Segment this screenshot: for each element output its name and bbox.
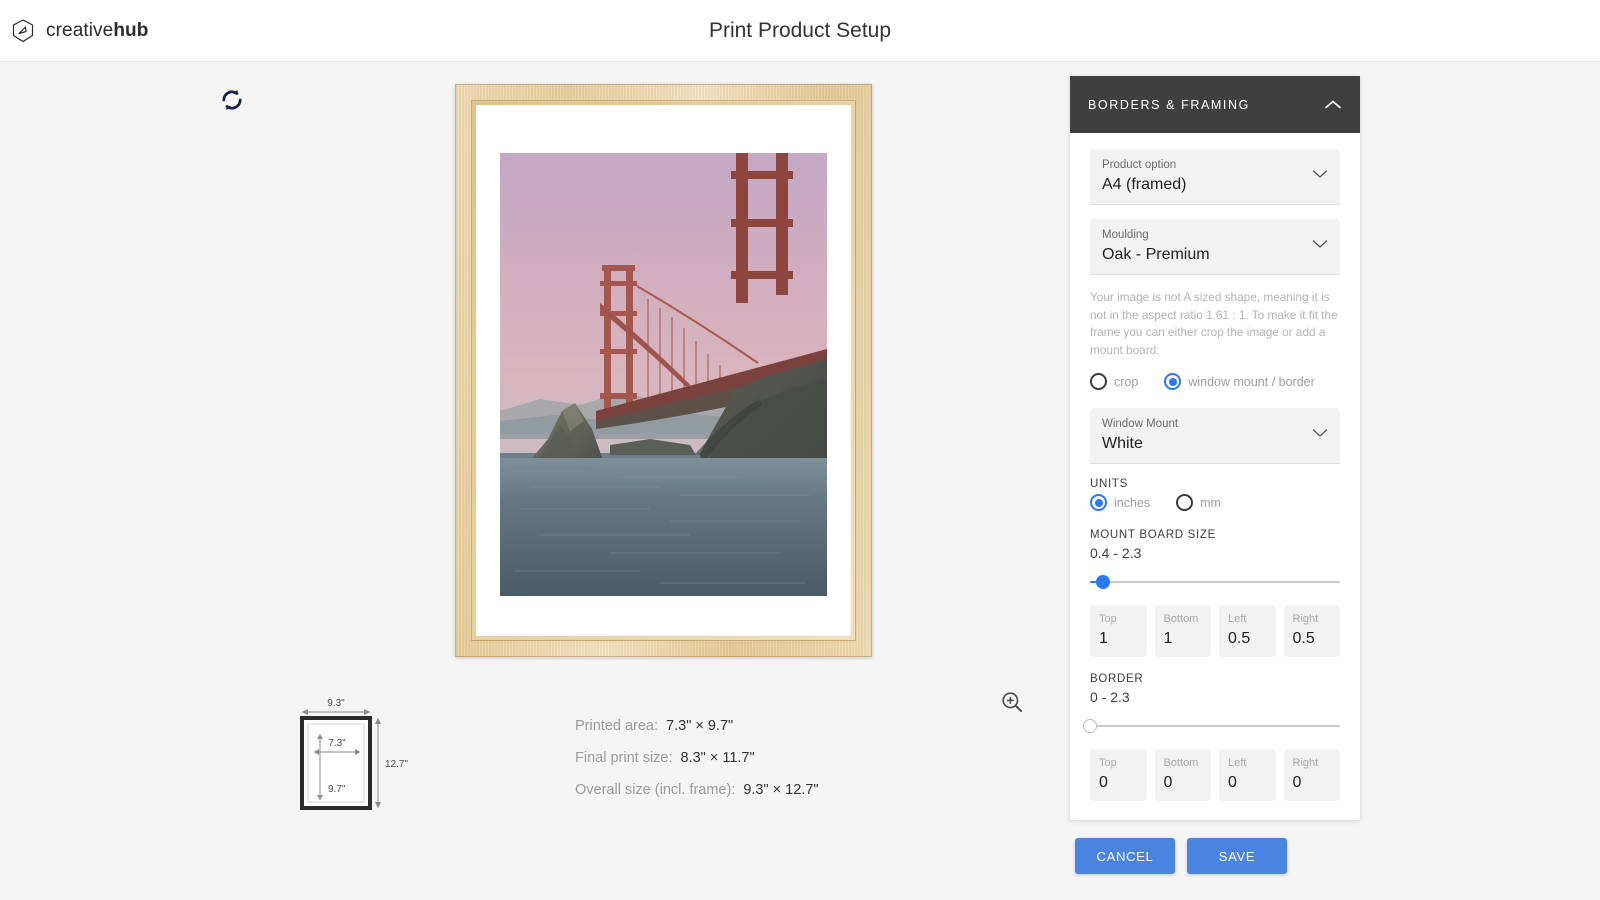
border-right-input[interactable]: Right 0	[1284, 749, 1341, 801]
units-caption: UNITS	[1090, 478, 1340, 490]
moulding-select[interactable]: Moulding Oak - Premium	[1090, 219, 1340, 275]
page-title: Print Product Setup	[0, 0, 1600, 62]
moulding-label: Moulding	[1102, 227, 1302, 243]
info-value: 8.3" × 11.7"	[681, 750, 755, 766]
field-label: Bottom	[1164, 612, 1203, 627]
framed-artwork-preview[interactable]	[455, 84, 872, 657]
info-value: 7.3" × 9.7"	[666, 718, 733, 734]
field-label: Top	[1099, 612, 1138, 627]
mount-board-bottom-input[interactable]: Bottom 1	[1155, 605, 1212, 657]
info-row-overall-size: Overall size (incl. frame): 9.3" × 12.7"	[575, 774, 995, 806]
dimension-diagram: 9.3" 12.7" 7.3" 9.7"	[290, 690, 410, 820]
panel-body: Product option A4 (framed) Moulding Oak …	[1070, 133, 1360, 801]
field-label: Bottom	[1164, 756, 1203, 771]
border-left-input[interactable]: Left 0	[1219, 749, 1276, 801]
diagram-inner-height: 9.7"	[328, 784, 346, 795]
preview-stage: 9.3" 12.7" 7.3" 9.7" Printed area: 7.3" …	[0, 62, 1600, 900]
field-value: 0	[1164, 771, 1203, 795]
radio-window-mount[interactable]: window mount / border	[1164, 373, 1314, 390]
zoom-in-icon[interactable]	[999, 689, 1025, 715]
product-option-label: Product option	[1102, 157, 1302, 173]
mount-board-range: 0.4 - 2.3	[1090, 545, 1340, 561]
moulding-value: Oak - Premium	[1102, 243, 1302, 267]
product-option-value: A4 (framed)	[1102, 173, 1302, 197]
mount-board-top-input[interactable]: Top 1	[1090, 605, 1147, 657]
field-value: 0.5	[1228, 627, 1267, 651]
info-label: Final print size:	[575, 750, 673, 766]
chevron-down-icon	[1312, 169, 1328, 179]
refresh-icon[interactable]	[218, 86, 246, 114]
diagram-outer-width: 9.3"	[327, 698, 345, 709]
units-radio-group: inches mm	[1090, 494, 1340, 511]
radio-window-mount-indicator	[1164, 373, 1181, 390]
mount-board-right-input[interactable]: Right 0.5	[1284, 605, 1341, 657]
border-slider[interactable]	[1090, 717, 1340, 735]
info-label: Overall size (incl. frame):	[575, 782, 735, 798]
chevron-up-icon[interactable]	[1324, 99, 1342, 111]
borders-framing-panel: BORDERS & FRAMING Product option A4 (fra…	[1070, 76, 1360, 820]
mount-board-fields: Top 1 Bottom 1 Left 0.5 Right 0.5	[1090, 605, 1340, 657]
field-label: Left	[1228, 756, 1267, 771]
info-row-final-print-size: Final print size: 8.3" × 11.7"	[575, 742, 995, 774]
radio-crop-indicator	[1090, 373, 1107, 390]
diagram-inner-width: 7.3"	[328, 738, 346, 749]
radio-units-inches-indicator	[1090, 494, 1107, 511]
info-row-printed-area: Printed area: 7.3" × 9.7"	[575, 710, 995, 742]
field-value: 0	[1293, 771, 1332, 795]
border-slider-thumb[interactable]	[1083, 719, 1097, 733]
radio-units-inches[interactable]: inches	[1090, 494, 1150, 511]
radio-units-inches-label: inches	[1114, 496, 1150, 510]
window-mount-label: Window Mount	[1102, 416, 1302, 432]
field-label: Top	[1099, 756, 1138, 771]
panel-title: BORDERS & FRAMING	[1088, 98, 1250, 112]
size-info-list: Printed area: 7.3" × 9.7" Final print si…	[575, 710, 995, 806]
radio-crop-label: crop	[1114, 375, 1138, 389]
mount-board-slider-thumb[interactable]	[1096, 575, 1110, 589]
window-mount-select[interactable]: Window Mount White	[1090, 408, 1340, 464]
radio-crop[interactable]: crop	[1090, 373, 1138, 390]
diagram-outer-height: 12.7"	[385, 759, 408, 770]
field-label: Right	[1293, 756, 1332, 771]
window-mount-value: White	[1102, 432, 1302, 456]
border-slider-track	[1090, 725, 1340, 727]
radio-window-mount-label: window mount / border	[1188, 375, 1314, 389]
border-fields: Top 0 Bottom 0 Left 0 Right 0	[1090, 749, 1340, 801]
border-caption: BORDER	[1090, 673, 1340, 685]
chevron-down-icon	[1312, 428, 1328, 438]
panel-actions: CANCEL SAVE	[1075, 838, 1287, 874]
product-option-select[interactable]: Product option A4 (framed)	[1090, 149, 1340, 205]
chevron-down-icon	[1312, 239, 1328, 249]
mount-board-caption: MOUNT BOARD SIZE	[1090, 529, 1340, 541]
cancel-button[interactable]: CANCEL	[1075, 838, 1175, 874]
radio-units-mm-label: mm	[1200, 496, 1221, 510]
panel-header[interactable]: BORDERS & FRAMING	[1070, 76, 1360, 133]
field-value: 0	[1228, 771, 1267, 795]
border-top-input[interactable]: Top 0	[1090, 749, 1147, 801]
radio-units-mm[interactable]: mm	[1176, 494, 1221, 511]
mount-board-left-input[interactable]: Left 0.5	[1219, 605, 1276, 657]
border-bottom-input[interactable]: Bottom 0	[1155, 749, 1212, 801]
field-value: 0.5	[1293, 627, 1332, 651]
info-value: 9.3" × 12.7"	[743, 782, 818, 798]
info-label: Printed area:	[575, 718, 658, 734]
border-range: 0 - 2.3	[1090, 689, 1340, 705]
artwork-photo	[500, 153, 827, 596]
field-label: Right	[1293, 612, 1332, 627]
mount-board-slider[interactable]	[1090, 573, 1340, 591]
radio-units-mm-indicator	[1176, 494, 1193, 511]
mount-board-slider-track	[1090, 581, 1340, 583]
fit-option-radio-group: crop window mount / border	[1090, 373, 1340, 390]
top-bar: creativehub Print Product Setup	[0, 0, 1600, 62]
save-button[interactable]: SAVE	[1187, 838, 1287, 874]
field-value: 1	[1099, 627, 1138, 651]
field-value: 0	[1099, 771, 1138, 795]
field-value: 1	[1164, 627, 1203, 651]
aspect-ratio-help-text: Your image is not A sized shape, meaning…	[1090, 289, 1340, 359]
field-label: Left	[1228, 612, 1267, 627]
